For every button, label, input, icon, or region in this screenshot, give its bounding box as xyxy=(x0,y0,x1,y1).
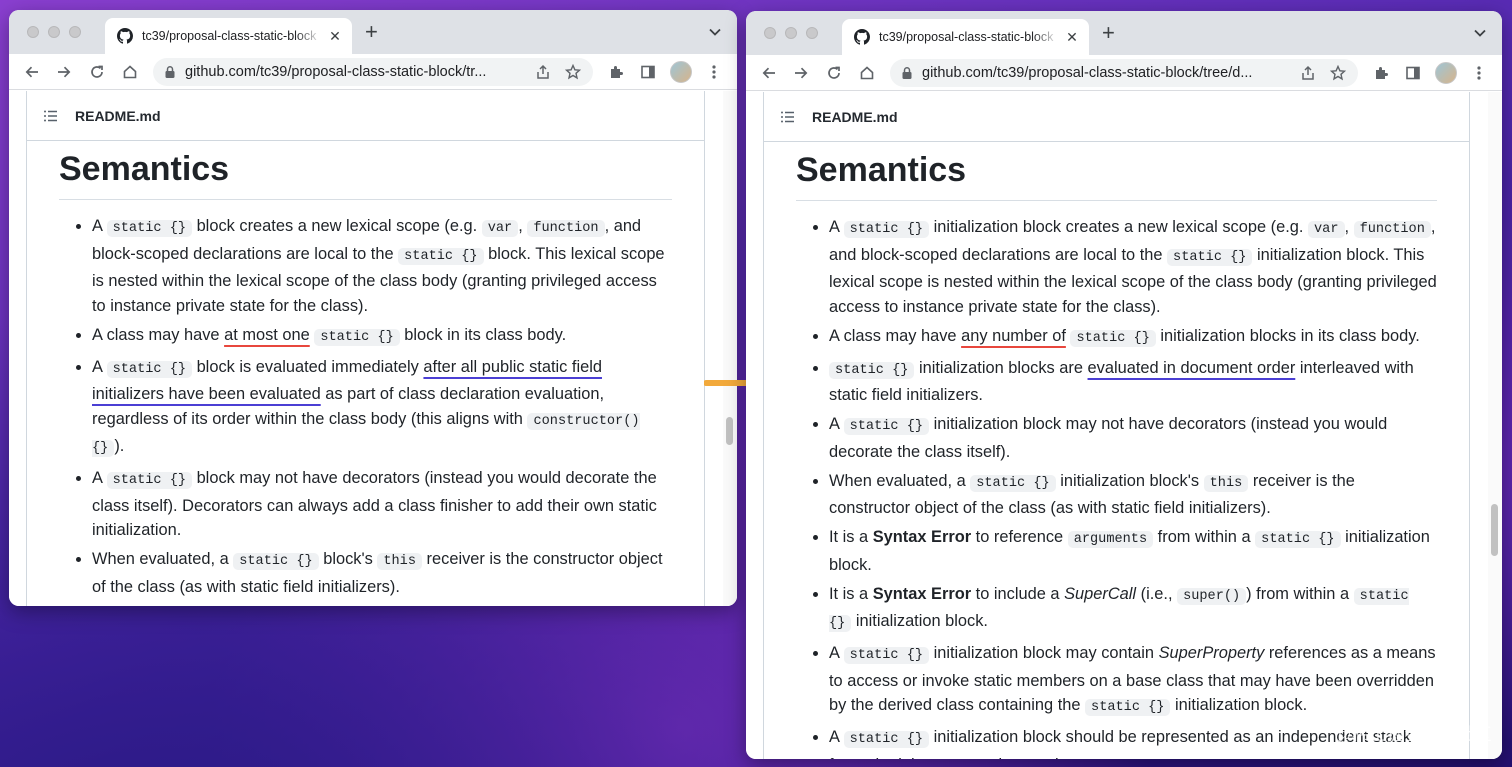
extensions-puzzle-icon[interactable] xyxy=(1372,64,1390,82)
close-tab-icon[interactable]: ✕ xyxy=(1065,29,1079,46)
browser-toolbar: github.com/tc39/proposal-class-static-bl… xyxy=(9,54,737,90)
profile-avatar[interactable] xyxy=(670,61,692,83)
readme-header: README.md xyxy=(764,92,1469,142)
readme-header: README.md xyxy=(27,91,704,141)
window-controls xyxy=(27,26,81,38)
semantics-list: A static {} block creates a new lexical … xyxy=(59,214,672,599)
tab-title: tc39/proposal-class-static-block xyxy=(879,30,1054,44)
bookmark-star-icon[interactable] xyxy=(1330,65,1346,81)
readme-filename: README.md xyxy=(812,108,898,125)
back-arrow-icon[interactable] xyxy=(23,63,41,81)
lock-icon[interactable] xyxy=(163,65,177,79)
tab-strip: tc39/proposal-class-static-block ✕ + xyxy=(746,11,1502,55)
browser-tab-active[interactable]: tc39/proposal-class-static-block ✕ xyxy=(105,18,352,54)
close-window-button[interactable] xyxy=(27,26,39,38)
list-item: When evaluated, a static {} block's this… xyxy=(92,547,672,599)
list-item: A static {} block creates a new lexical … xyxy=(92,214,672,318)
url-text: github.com/tc39/proposal-class-static-bl… xyxy=(922,65,1253,81)
chevron-down-icon[interactable] xyxy=(1474,29,1486,37)
reload-icon[interactable] xyxy=(825,64,843,82)
home-icon[interactable] xyxy=(121,63,139,81)
share-icon[interactable] xyxy=(1300,65,1316,81)
browser-toolbar: github.com/tc39/proposal-class-static-bl… xyxy=(746,55,1502,91)
more-menu-icon[interactable] xyxy=(1470,64,1488,82)
chevron-down-icon[interactable] xyxy=(709,28,721,36)
window-controls xyxy=(764,27,818,39)
underlined-phrase: any number of xyxy=(961,326,1066,345)
browser-window-left: tc39/proposal-class-static-block ✕ + git… xyxy=(9,10,737,606)
browser-window-right: tc39/proposal-class-static-block ✕ + git… xyxy=(746,11,1502,759)
list-item: A static {} block may not have decorator… xyxy=(92,466,672,543)
address-bar[interactable]: github.com/tc39/proposal-class-static-bl… xyxy=(890,59,1358,87)
scrollbar-thumb[interactable] xyxy=(1491,504,1498,556)
share-icon[interactable] xyxy=(535,64,551,80)
new-tab-button[interactable]: + xyxy=(1102,22,1115,44)
list-unordered-icon[interactable] xyxy=(780,109,796,125)
forward-arrow-icon[interactable] xyxy=(792,64,810,82)
extensions-puzzle-icon[interactable] xyxy=(607,63,625,81)
list-item: A static {} initialization block creates… xyxy=(829,215,1437,319)
markdown-body: Semantics A static {} initialization blo… xyxy=(764,142,1469,759)
list-item: It is a Syntax Error to include a SuperC… xyxy=(829,582,1437,637)
scrollbar-thumb[interactable] xyxy=(726,417,733,445)
url-text: github.com/tc39/proposal-class-static-bl… xyxy=(185,64,487,80)
close-tab-icon[interactable]: ✕ xyxy=(328,28,342,45)
underlined-phrase: at most one xyxy=(224,325,310,344)
new-tab-button[interactable]: + xyxy=(365,21,378,43)
github-icon xyxy=(117,28,133,44)
scrollbar[interactable] xyxy=(1488,92,1502,759)
section-heading: Semantics xyxy=(59,141,672,200)
reload-icon[interactable] xyxy=(88,63,106,81)
list-item: When evaluated, a static {} initializati… xyxy=(829,469,1437,521)
side-panel-icon[interactable] xyxy=(639,63,657,81)
page-content: README.md Semantics A static {} block cr… xyxy=(9,91,737,606)
underlined-phrase: evaluated in document order xyxy=(1087,358,1296,377)
page-content: README.md Semantics A static {} initiali… xyxy=(746,92,1502,759)
profile-avatar[interactable] xyxy=(1435,62,1457,84)
list-unordered-icon[interactable] xyxy=(43,108,59,124)
semantics-list: A static {} initialization block creates… xyxy=(796,215,1437,759)
browser-tab-active[interactable]: tc39/proposal-class-static-block ✕ xyxy=(842,19,1089,55)
address-bar[interactable]: github.com/tc39/proposal-class-static-bl… xyxy=(153,58,593,86)
minimize-window-button[interactable] xyxy=(785,27,797,39)
readme-filename: README.md xyxy=(75,107,161,124)
home-icon[interactable] xyxy=(858,64,876,82)
watermark-text: @稀土掘金技术社区 xyxy=(1334,725,1492,744)
back-arrow-icon[interactable] xyxy=(760,64,778,82)
lock-icon[interactable] xyxy=(900,66,914,80)
list-item: A static {} initialization block may con… xyxy=(829,641,1437,721)
markdown-body: Semantics A static {} block creates a ne… xyxy=(27,141,704,599)
tab-strip: tc39/proposal-class-static-block ✕ + xyxy=(9,10,737,54)
more-menu-icon[interactable] xyxy=(705,63,723,81)
close-window-button[interactable] xyxy=(764,27,776,39)
list-item: A class may have at most one static {} b… xyxy=(92,323,672,351)
forward-arrow-icon[interactable] xyxy=(55,63,73,81)
list-item: A static {} block is evaluated immediate… xyxy=(92,355,672,462)
section-heading: Semantics xyxy=(796,142,1437,201)
readme-panel: README.md Semantics A static {} block cr… xyxy=(26,91,705,606)
maximize-window-button[interactable] xyxy=(806,27,818,39)
list-item: A static {} initialization block may not… xyxy=(829,412,1437,464)
list-item: It is a Syntax Error to reference argume… xyxy=(829,525,1437,577)
side-panel-icon[interactable] xyxy=(1404,64,1422,82)
list-item: static {} initialization blocks are eval… xyxy=(829,356,1437,408)
scrollbar[interactable] xyxy=(723,91,737,606)
maximize-window-button[interactable] xyxy=(69,26,81,38)
list-item: A class may have any number of static {}… xyxy=(829,324,1437,352)
minimize-window-button[interactable] xyxy=(48,26,60,38)
tab-title: tc39/proposal-class-static-block xyxy=(142,29,317,43)
bookmark-star-icon[interactable] xyxy=(565,64,581,80)
github-icon xyxy=(854,29,870,45)
readme-panel: README.md Semantics A static {} initiali… xyxy=(763,92,1470,759)
